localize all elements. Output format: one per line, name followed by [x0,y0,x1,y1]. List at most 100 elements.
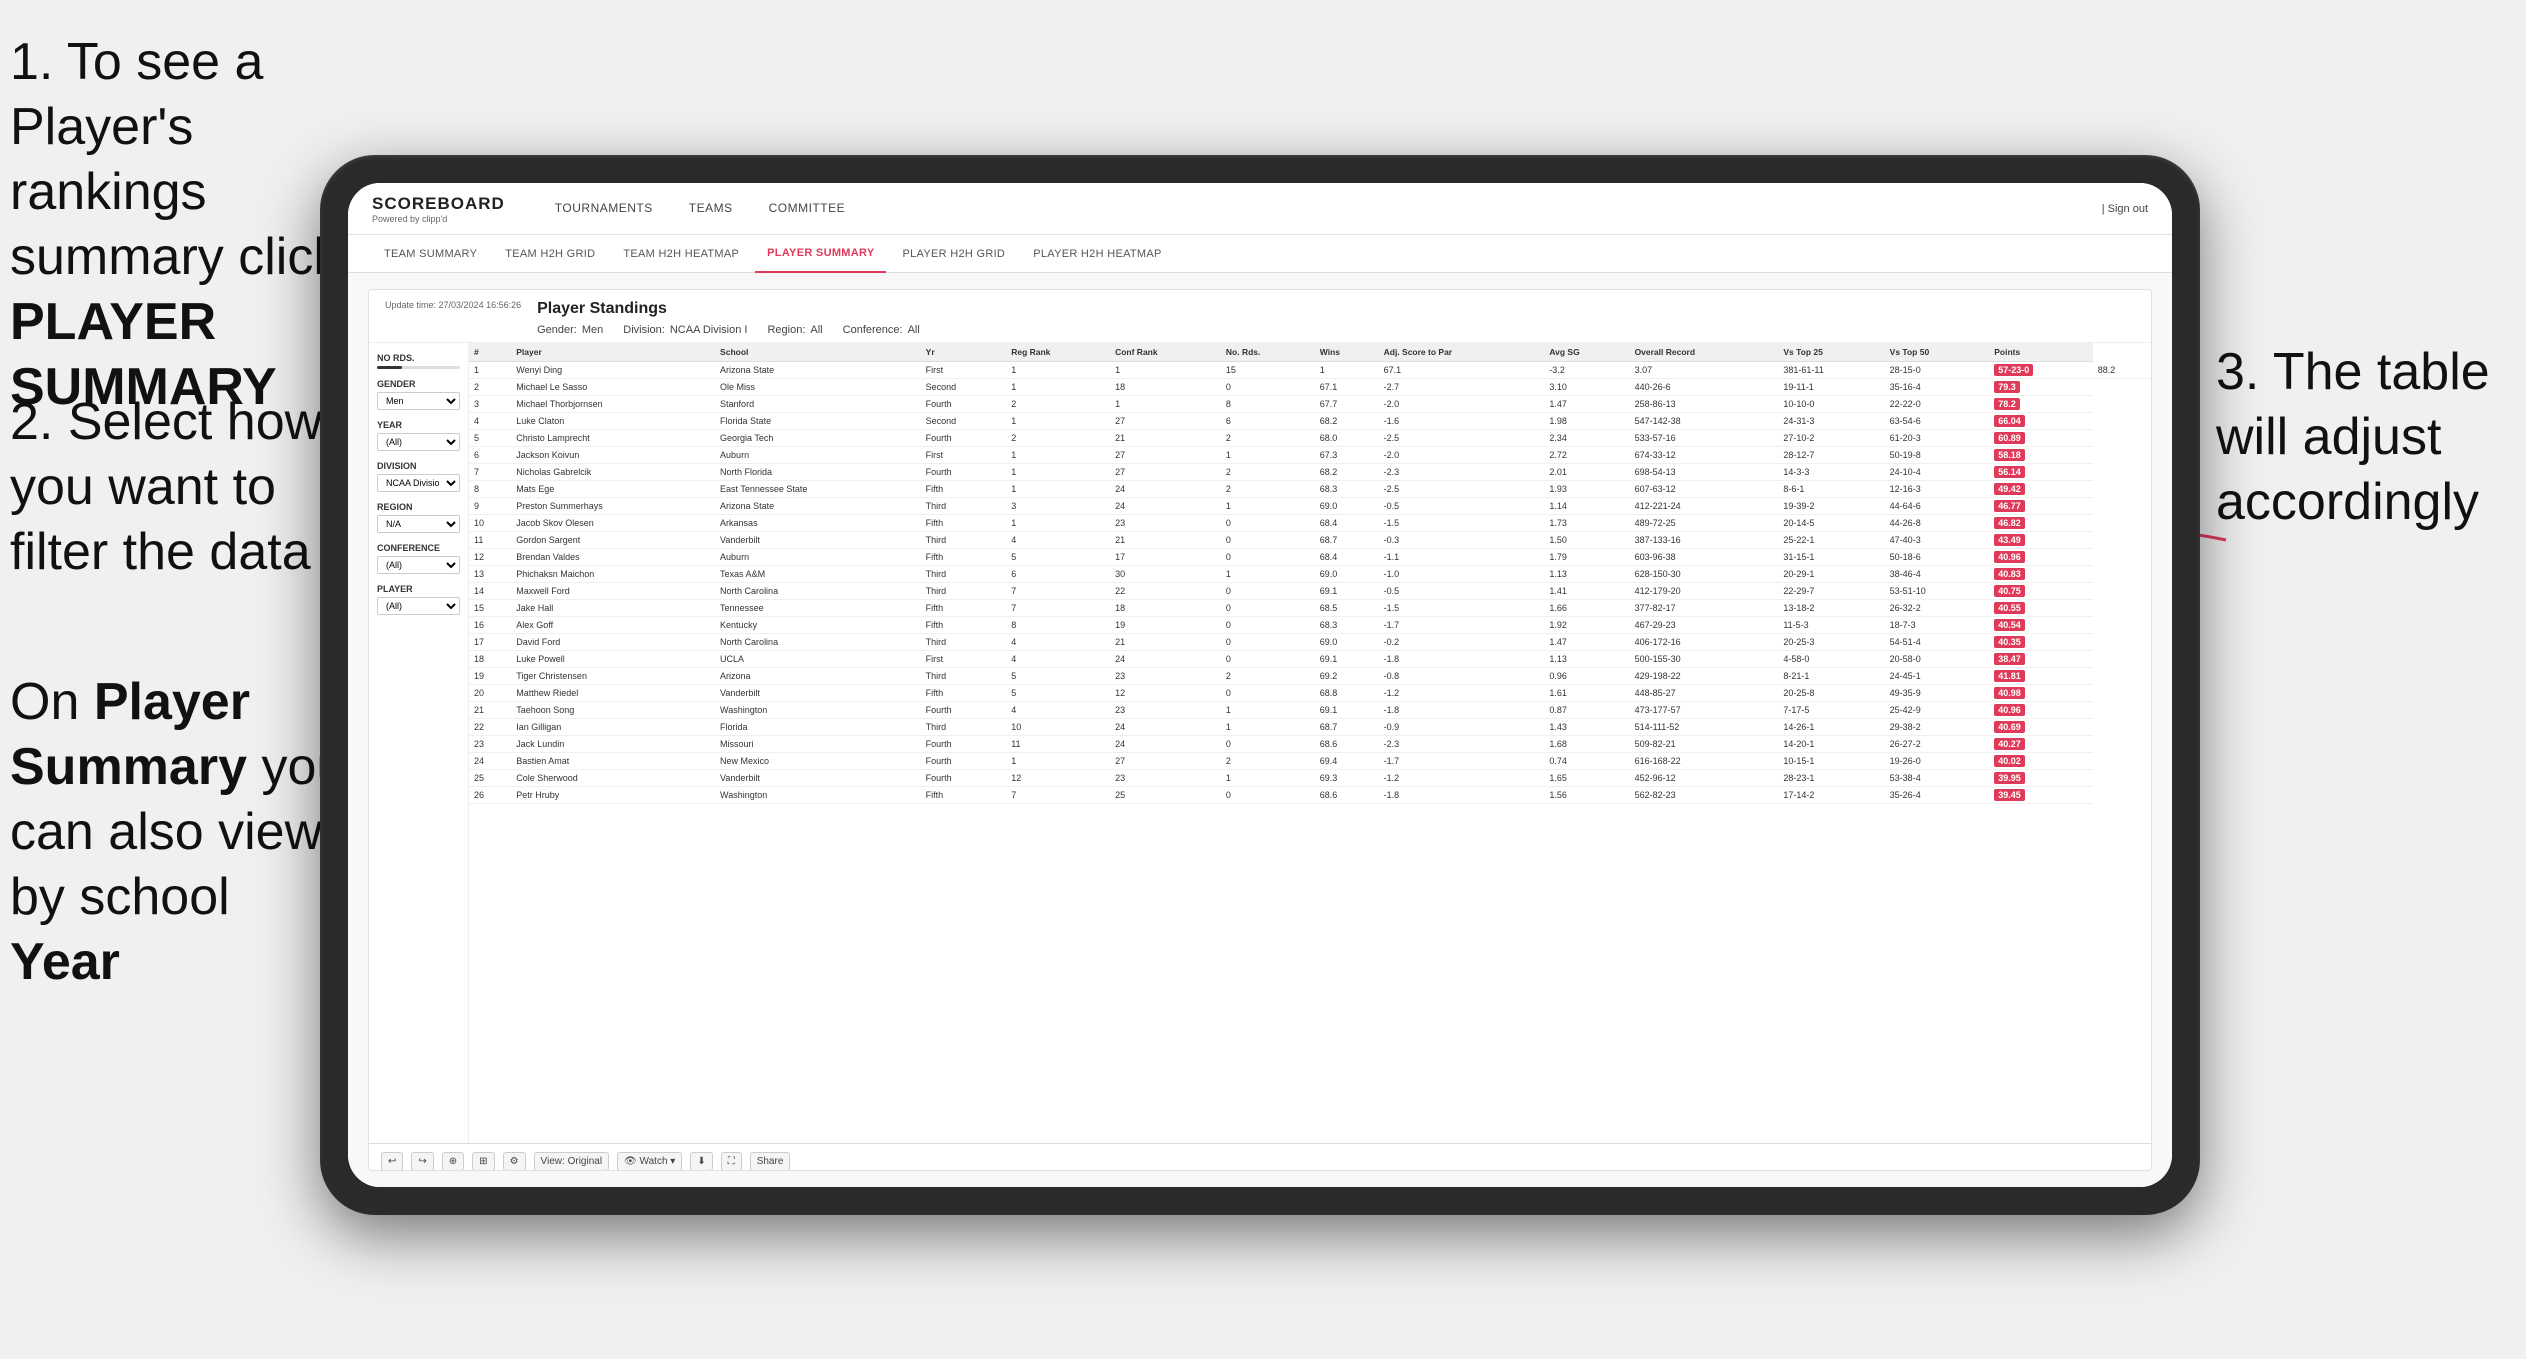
bottom-toolbar: ↩ ↪ ⊕ ⊞ ⚙ View: Original 👁 Watch ▾ ⬇ ⛶ [369,1143,2151,1171]
tab-team-h2h-heatmap[interactable]: TEAM H2H HEATMAP [611,235,751,273]
player-select[interactable]: (All) [377,597,460,615]
table-row[interactable]: 2Michael Le SassoOle MissSecond118067.1-… [469,379,2151,396]
tab-player-h2h-heatmap[interactable]: PLAYER H2H HEATMAP [1021,235,1173,273]
nav-committee[interactable]: COMMITTEE [751,183,864,235]
col-conf-rank[interactable]: Conf Rank [1110,343,1221,362]
col-yr[interactable]: Yr [921,343,1007,362]
logo-sub: Powered by clipp'd [372,214,505,224]
main-content: Update time: 27/03/2024 16:56:26 Player … [348,273,2172,1187]
table-area: # Player School Yr Reg Rank Conf Rank No… [469,343,2151,1143]
table-row[interactable]: 8Mats EgeEast Tennessee StateFifth124268… [469,481,2151,498]
table-row[interactable]: 21Taehoon SongWashingtonFourth423169.1-1… [469,702,2151,719]
year-section: Year (All) [377,420,460,451]
gender-filter: Gender: Men [537,324,603,336]
table-row[interactable]: 24Bastien AmatNew MexicoFourth127269.4-1… [469,753,2151,770]
nav-tournaments[interactable]: TOURNAMENTS [537,183,671,235]
annotation-bottom: On Player Summary you can also view by s… [10,670,350,995]
update-time: Update time: 27/03/2024 16:56:26 [385,300,521,310]
table-row[interactable]: 6Jackson KoivunAuburnFirst127167.3-2.02.… [469,447,2151,464]
table-row[interactable]: 23Jack LundinMissouriFourth1124068.6-2.3… [469,736,2151,753]
col-adj-score[interactable]: Adj. Score to Par [1379,343,1545,362]
table-header-row: # Player School Yr Reg Rank Conf Rank No… [469,343,2151,362]
table-row[interactable]: 17David FordNorth CarolinaThird421069.0-… [469,634,2151,651]
table-row[interactable]: 20Matthew RiedelVanderbiltFifth512068.8-… [469,685,2151,702]
no-rds-section: No Rds. [377,353,460,369]
col-avg-sg[interactable]: Avg SG [1544,343,1629,362]
region-filter: Region: All [767,324,822,336]
view-button[interactable]: View: Original [534,1152,610,1171]
redo-button[interactable]: ↪ [411,1152,433,1171]
nav-right: | Sign out [2102,203,2148,215]
annotation-step1: 1. To see a Player's rankings summary cl… [10,30,370,420]
col-vs-top25[interactable]: Vs Top 25 [1778,343,1884,362]
table-row[interactable]: 12Brendan ValdesAuburnFifth517068.4-1.11… [469,549,2151,566]
col-player[interactable]: Player [511,343,715,362]
card-header: Update time: 27/03/2024 16:56:26 Player … [369,290,2151,343]
card-title: Player Standings [537,300,2135,318]
table-row[interactable]: 16Alex GoffKentuckyFifth819068.3-1.71.92… [469,617,2151,634]
table-row[interactable]: 22Ian GilliganFloridaThird1024168.7-0.91… [469,719,2151,736]
table-row[interactable]: 9Preston SummerhaysArizona StateThird324… [469,498,2151,515]
region-select[interactable]: N/A [377,515,460,533]
year-select[interactable]: (All) [377,433,460,451]
table-row[interactable]: 4Luke ClatonFlorida StateSecond127668.2-… [469,413,2151,430]
gender-section: Gender Men [377,379,460,410]
table-row[interactable]: 7Nicholas GabrelcikNorth FloridaFourth12… [469,464,2151,481]
division-filter: Division: NCAA Division I [623,324,747,336]
app-header: SCOREBOARD Powered by clipp'd TOURNAMENT… [348,183,2172,235]
gender-select[interactable]: Men [377,392,460,410]
region-section: Region N/A [377,502,460,533]
player-section: Player (All) [377,584,460,615]
fullscreen-button[interactable]: ⛶ [721,1152,742,1171]
annotation-step3: 3. The table will adjust accordingly [2216,340,2516,535]
table-row[interactable]: 18Luke PowellUCLAFirst424069.1-1.81.1350… [469,651,2151,668]
table-row[interactable]: 19Tiger ChristensenArizonaThird523269.2-… [469,668,2151,685]
logo-area: SCOREBOARD Powered by clipp'd [372,194,505,224]
main-nav: TOURNAMENTS TEAMS COMMITTEE [537,183,2102,235]
table-row[interactable]: 1Wenyi DingArizona StateFirst1115167.1-3… [469,362,2151,379]
col-wins[interactable]: Wins [1315,343,1379,362]
content-card: Update time: 27/03/2024 16:56:26 Player … [368,289,2152,1171]
tab-team-summary[interactable]: TEAM SUMMARY [372,235,489,273]
division-section: Division NCAA Division I [377,461,460,492]
sub-nav: TEAM SUMMARY TEAM H2H GRID TEAM H2H HEAT… [348,235,2172,273]
grid-button[interactable]: ⊞ [472,1152,494,1171]
conference-section: Conference (All) [377,543,460,574]
watch-button[interactable]: 👁 Watch ▾ [617,1152,682,1171]
conference-select[interactable]: (All) [377,556,460,574]
tab-player-h2h-grid[interactable]: PLAYER H2H GRID [890,235,1017,273]
table-row[interactable]: 13Phichaksn MaichonTexas A&MThird630169.… [469,566,2151,583]
settings-button[interactable]: ⚙ [503,1152,526,1171]
table-row[interactable]: 5Christo LamprechtGeorgia TechFourth2212… [469,430,2151,447]
logo-text: SCOREBOARD [372,194,505,214]
table-row[interactable]: 11Gordon SargentVanderbiltThird421068.7-… [469,532,2151,549]
sign-out-link[interactable]: | Sign out [2102,203,2148,215]
col-points[interactable]: Points [1989,343,2093,362]
col-overall-record[interactable]: Overall Record [1630,343,1779,362]
col-school[interactable]: School [715,343,921,362]
share-button[interactable]: Share [750,1152,791,1171]
table-row[interactable]: 25Cole SherwoodVanderbiltFourth1223169.3… [469,770,2151,787]
table-row[interactable]: 14Maxwell FordNorth CarolinaThird722069.… [469,583,2151,600]
table-row[interactable]: 26Petr HrubyWashingtonFifth725068.6-1.81… [469,787,2151,804]
tab-player-summary[interactable]: PLAYER SUMMARY [755,235,886,273]
tab-team-h2h-grid[interactable]: TEAM H2H GRID [493,235,607,273]
conference-filter: Conference: All [843,324,920,336]
col-vs-top50[interactable]: Vs Top 50 [1885,343,1990,362]
filter-row: Gender: Men Division: NCAA Division I Re… [537,324,2135,336]
sidebar-filters: No Rds. Gender Men [369,343,469,1143]
download-button[interactable]: ⬇ [690,1152,712,1171]
col-no-rds[interactable]: No. Rds. [1221,343,1315,362]
table-row[interactable]: 10Jacob Skov OlesenArkansasFifth123068.4… [469,515,2151,532]
zoom-button[interactable]: ⊕ [442,1152,464,1171]
undo-button[interactable]: ↩ [381,1152,403,1171]
table-row[interactable]: 15Jake HallTennesseeFifth718068.5-1.51.6… [469,600,2151,617]
nav-teams[interactable]: TEAMS [671,183,751,235]
tablet-device: SCOREBOARD Powered by clipp'd TOURNAMENT… [320,155,2200,1215]
col-reg-rank[interactable]: Reg Rank [1006,343,1110,362]
col-rank[interactable]: # [469,343,511,362]
table-row[interactable]: 3Michael ThorbjornsenStanfordFourth21867… [469,396,2151,413]
standings-table: # Player School Yr Reg Rank Conf Rank No… [469,343,2151,804]
rds-slider[interactable] [377,366,460,369]
division-select[interactable]: NCAA Division I [377,474,460,492]
